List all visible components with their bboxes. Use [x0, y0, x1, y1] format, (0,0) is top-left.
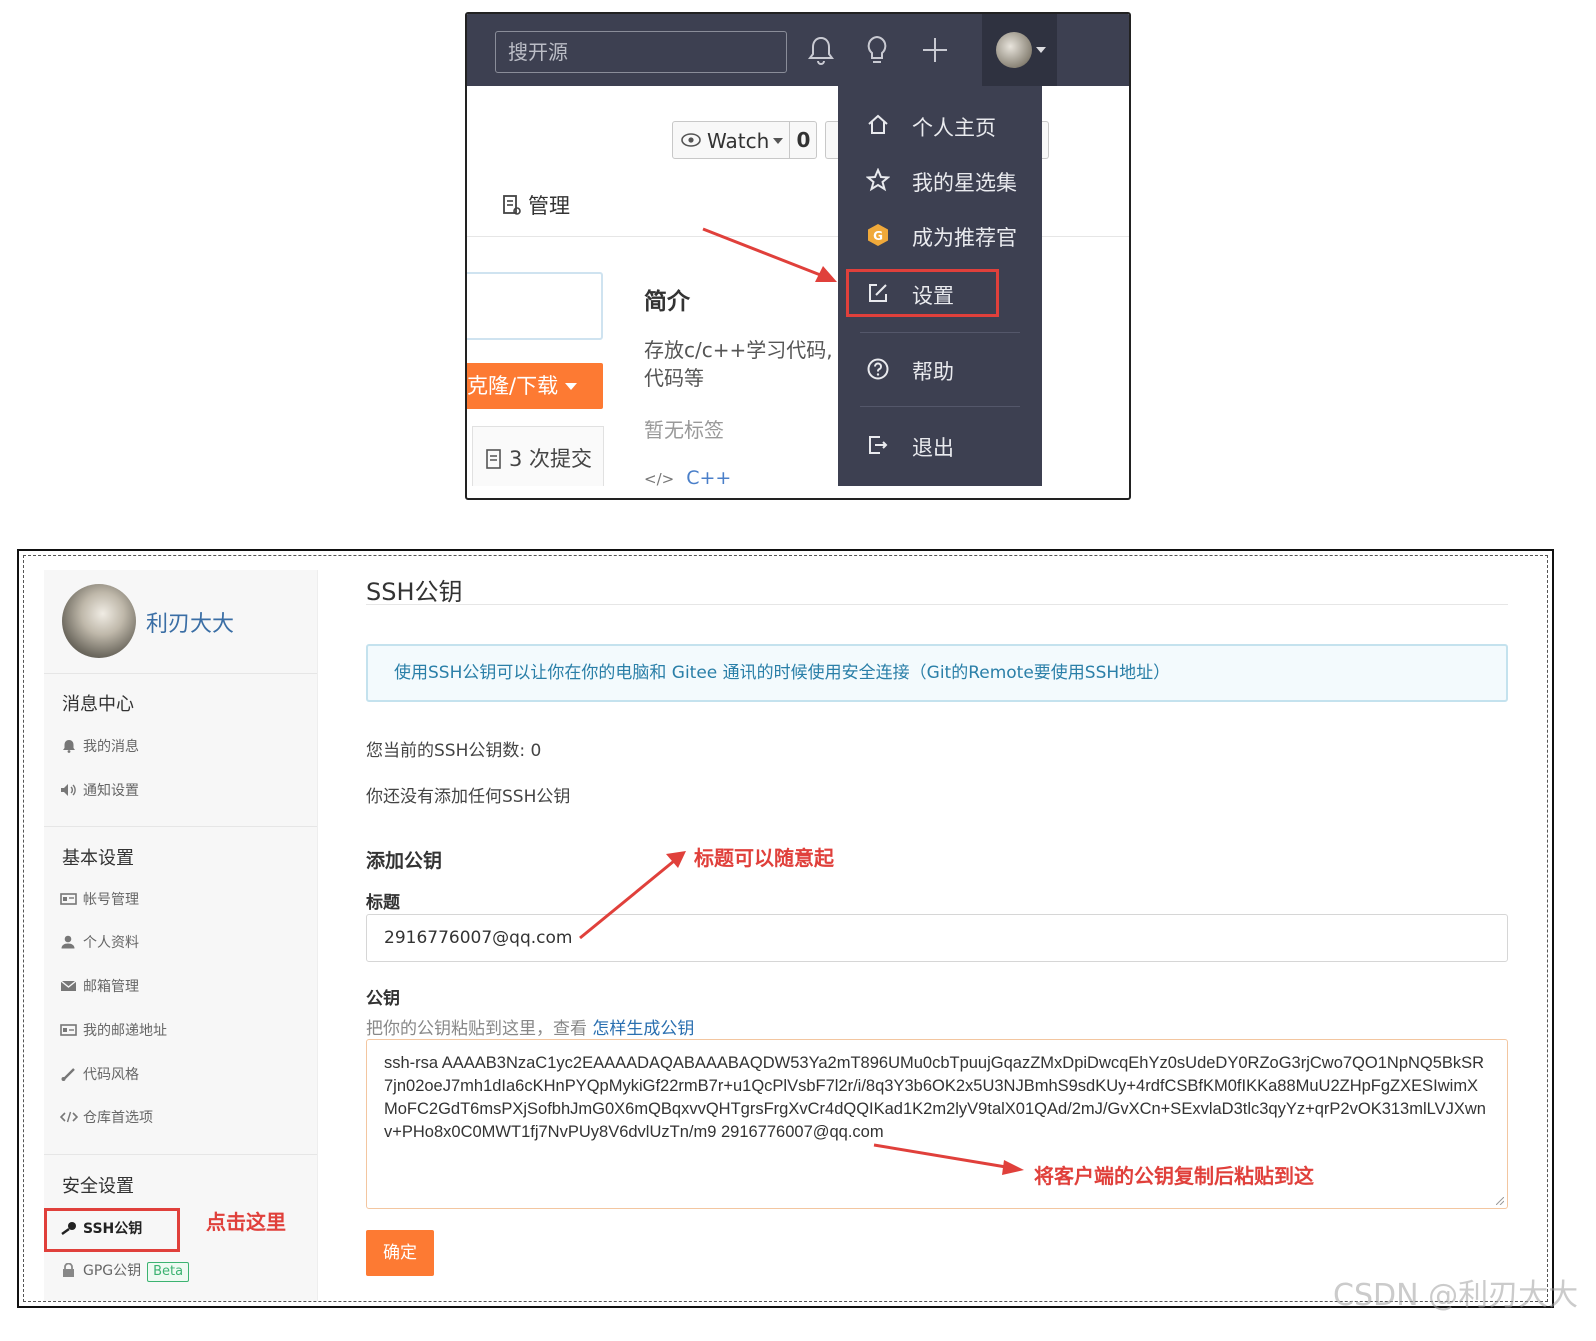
ssh-key-panel: SSH公钥 使用SSH公钥可以让你在你的电脑和 Gitee 通讯的时候使用安全连…	[366, 556, 1516, 1301]
sidebar-item-label: GPG公钥	[83, 1263, 142, 1279]
id-card-icon	[60, 893, 77, 905]
sidebar-item-label: 代码风格	[83, 1067, 139, 1083]
menu-item-home[interactable]: 个人主页	[838, 100, 1042, 150]
ssh-key-settings-screenshot: 利刃大大 消息中心 我的消息 通知设置 基本设置 帐号管理 个人资料 邮箱管理 …	[17, 549, 1554, 1308]
menu-item-logout[interactable]: 退出	[838, 420, 1042, 470]
settings-highlight-box	[846, 269, 999, 317]
menu-label: 退出	[912, 436, 954, 460]
section-title-basic: 基本设置	[62, 848, 134, 869]
user-dropdown-menu: 个人主页 我的星选集 G 成为推荐官 设置 帮助 退出	[838, 86, 1042, 486]
brush-icon	[61, 1068, 75, 1081]
sidebar-item-gpg-keys[interactable]: GPG公钥 Beta	[60, 1260, 190, 1282]
menu-item-help[interactable]: 帮助	[838, 344, 1042, 394]
sidebar-divider	[44, 1154, 317, 1155]
menu-divider	[860, 406, 1020, 407]
envelope-icon	[60, 980, 77, 991]
menu-divider	[860, 332, 1020, 333]
arrow-to-title	[579, 859, 675, 940]
sidebar-item-label: 邮箱管理	[83, 979, 139, 995]
gitee-badge-icon: G	[868, 224, 888, 246]
logout-icon	[869, 436, 888, 454]
username[interactable]: 利刃大大	[146, 606, 234, 638]
csdn-watermark: CSDN @利刃大大	[1333, 1278, 1579, 1313]
menu-item-recommender[interactable]: G 成为推荐官	[838, 210, 1042, 260]
annotation-click-here: 点击这里	[206, 1210, 286, 1234]
svg-text:G: G	[873, 229, 883, 243]
beta-badge: Beta	[147, 1262, 190, 1282]
lock-icon	[63, 1263, 74, 1277]
sidebar-item-label: 我的邮递地址	[83, 1023, 167, 1039]
ssh-highlight-box	[44, 1208, 180, 1252]
section-title-messages: 消息中心	[62, 694, 134, 715]
menu-label: 个人主页	[912, 116, 996, 140]
speaker-icon	[61, 784, 76, 796]
sidebar-item-code-style[interactable]: 代码风格	[60, 1064, 139, 1086]
sidebar-item-my-messages[interactable]: 我的消息	[60, 736, 139, 758]
sidebar-item-mail-address[interactable]: 我的邮递地址	[60, 1020, 167, 1042]
sidebar-item-profile[interactable]: 个人资料	[60, 932, 139, 954]
user-icon	[61, 935, 75, 949]
sidebar-item-label: 个人资料	[83, 935, 139, 951]
sidebar-item-account[interactable]: 帐号管理	[60, 889, 139, 911]
bell-icon	[63, 740, 75, 753]
sidebar-item-label: 我的消息	[83, 739, 139, 755]
menu-item-stars[interactable]: 我的星选集	[838, 155, 1042, 205]
code-icon	[60, 1111, 78, 1123]
gitee-header-screenshot: 搜开源 Watch 0 管理 克隆/下载 3 次提交 简介 存放c/c++学习代…	[465, 12, 1131, 500]
settings-sidebar: 利刃大大 消息中心 我的消息 通知设置 基本设置 帐号管理 个人资料 邮箱管理 …	[44, 570, 318, 1301]
sidebar-item-notify-settings[interactable]: 通知设置	[60, 780, 139, 802]
menu-label: 帮助	[912, 360, 954, 384]
sidebar-item-label: 通知设置	[83, 783, 139, 799]
help-icon	[867, 358, 889, 380]
section-title-security: 安全设置	[62, 1176, 134, 1197]
arrow-to-textarea	[873, 1143, 1007, 1169]
address-card-icon	[60, 1024, 77, 1036]
sidebar-item-label: 仓库首选项	[83, 1110, 153, 1126]
sidebar-user-card: 利刃大大	[44, 570, 317, 674]
sidebar-item-email[interactable]: 邮箱管理	[60, 976, 139, 998]
avatar[interactable]	[62, 584, 136, 658]
sidebar-divider	[44, 826, 317, 827]
star-icon	[866, 168, 890, 192]
dashed-frame: 利刃大大 消息中心 我的消息 通知设置 基本设置 帐号管理 个人资料 邮箱管理 …	[23, 555, 1548, 1302]
sidebar-item-repo-prefs[interactable]: 仓库首选项	[60, 1107, 153, 1129]
menu-label: 成为推荐官	[912, 226, 1017, 250]
sidebar-item-label: 帐号管理	[83, 892, 139, 908]
arrow-head	[1002, 1160, 1024, 1175]
annotation-arrows	[579, 851, 1024, 1175]
menu-label: 我的星选集	[912, 171, 1017, 195]
home-icon	[868, 114, 888, 134]
